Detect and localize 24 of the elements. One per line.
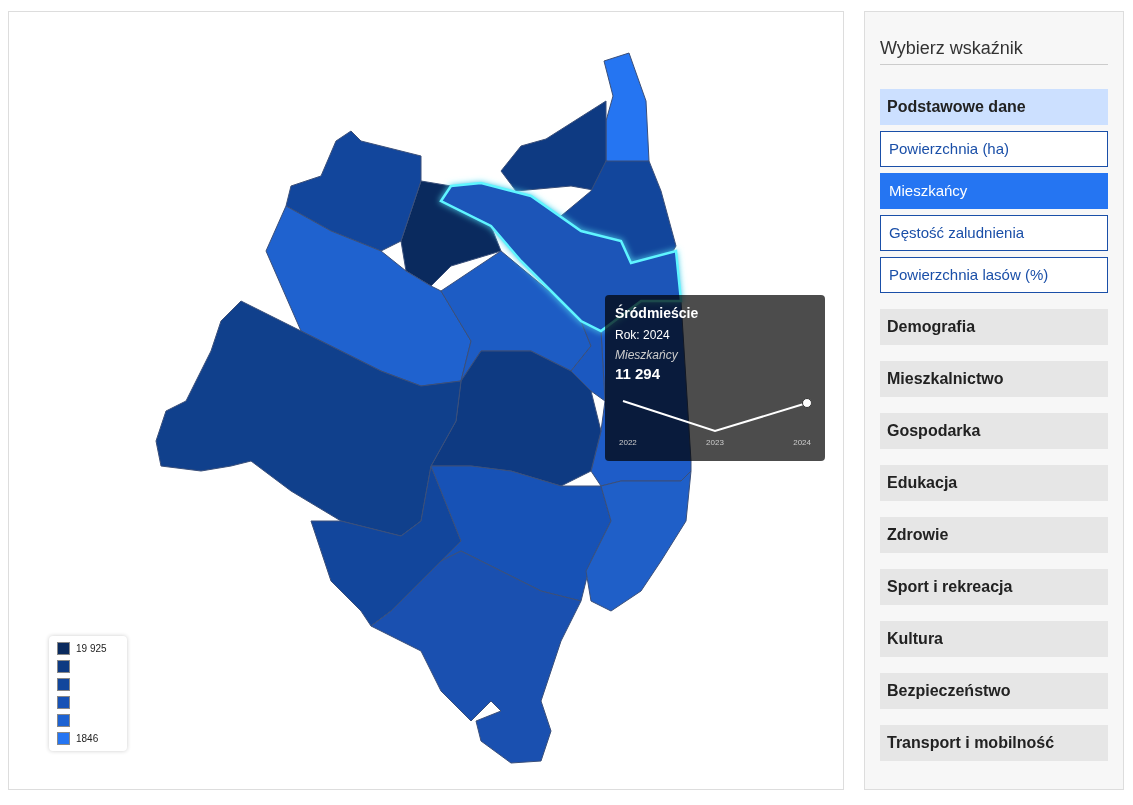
category-header[interactable]: Podstawowe dane <box>880 89 1108 125</box>
category-header[interactable]: Kultura <box>880 621 1108 657</box>
tooltip-year: Rok: 2024 <box>615 327 670 343</box>
tooltip-title: Śródmieście <box>615 304 699 322</box>
category-header[interactable]: Zdrowie <box>880 517 1108 553</box>
legend-label: 1846 <box>76 732 99 746</box>
indicator-option[interactable]: Powierzchnia lasów (%) <box>880 257 1108 293</box>
tooltip-indicator: Mieszkańcy <box>615 347 678 363</box>
category-header[interactable]: Bezpieczeństwo <box>880 673 1108 709</box>
category-header[interactable]: Gospodarka <box>880 413 1108 449</box>
legend-label: 19 925 <box>76 642 107 656</box>
category-header[interactable]: Sport i rekreacja <box>880 569 1108 605</box>
year-label: 2022 <box>619 437 637 449</box>
year-label: 2023 <box>706 437 724 449</box>
category-header[interactable]: Demografia <box>880 309 1108 345</box>
indicator-option[interactable]: Powierzchnia (ha) <box>880 131 1108 167</box>
category-header[interactable]: Mieszkalnictwo <box>880 361 1108 397</box>
category-header[interactable]: Edukacja <box>880 465 1108 501</box>
year-label: 2024 <box>793 437 811 449</box>
indicator-option[interactable]: Gęstość zaludnienia <box>880 215 1108 251</box>
tooltip-value: 11 294 <box>615 365 661 383</box>
panel-title: Wybierz wskaźnik <box>880 36 1108 65</box>
indicator-option[interactable]: Mieszkańcy <box>880 173 1108 209</box>
category-header[interactable]: Transport i mobilność <box>880 725 1108 761</box>
